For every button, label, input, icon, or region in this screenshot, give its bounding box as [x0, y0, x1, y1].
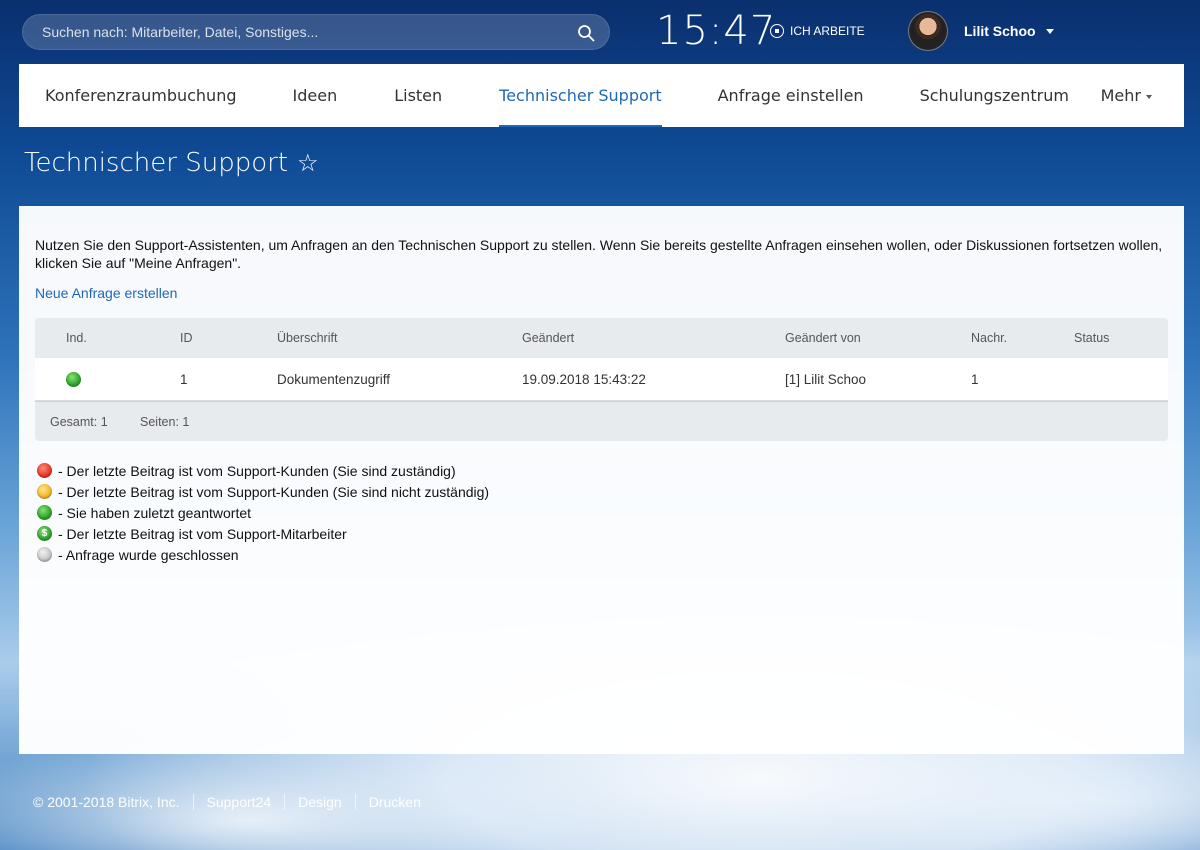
status-dollar-icon: $ [37, 526, 52, 541]
clock: 15:47 [656, 8, 777, 54]
chevron-down-icon [1146, 94, 1152, 99]
footer-link-drucken[interactable]: Drucken [369, 794, 421, 810]
stop-icon [770, 24, 784, 38]
tab-listen[interactable]: Listen [394, 64, 442, 127]
tab-konferenzraumbuchung[interactable]: Konferenzraumbuchung [45, 64, 237, 127]
legend-item: - Sie haben zuletzt geantwortet [37, 502, 489, 523]
top-bar: 15:47 ICH ARBEITE Lilit Schoo [0, 0, 1200, 64]
work-status-button[interactable]: ICH ARBEITE [770, 24, 865, 38]
indicator-cell [66, 358, 81, 400]
status-grey-icon [37, 547, 52, 562]
tab-label: Ideen [292, 86, 338, 105]
work-status-label: ICH ARBEITE [790, 24, 865, 38]
tab-anfrage-einstellen[interactable]: Anfrage einstellen [718, 64, 864, 127]
divider [354, 794, 356, 810]
tab-technischer-support[interactable]: Technischer Support [499, 64, 663, 127]
tab-label: Listen [394, 86, 443, 105]
col-header-status[interactable]: Status [1074, 318, 1109, 358]
legend-item: - Der letzte Beitrag ist vom Support-Kun… [37, 460, 489, 481]
chevron-down-icon[interactable] [1045, 28, 1054, 34]
col-header-id[interactable]: ID [180, 318, 193, 358]
status-red-icon [37, 463, 52, 478]
legend-text: - Anfrage wurde geschlossen [58, 546, 239, 563]
intro-text: Nutzen Sie den Support-Assistenten, um A… [35, 237, 1163, 271]
copyright: © 2001-2018 Bitrix, Inc. [33, 794, 180, 810]
user-name[interactable]: Lilit Schoo [964, 23, 1036, 39]
legend-text: - Der letzte Beitrag ist vom Support-Mit… [58, 525, 347, 542]
tab-ideen[interactable]: Ideen [293, 64, 338, 127]
col-header-messages[interactable]: Nachr. [971, 318, 1007, 358]
legend-item: $ - Der letzte Beitrag ist vom Support-M… [37, 523, 489, 544]
tab-label: Schulungszentrum [919, 86, 1069, 105]
col-header-modified-by[interactable]: Geändert von [785, 318, 861, 358]
main-nav: Konferenzraumbuchung Ideen Listen Techni… [19, 64, 1184, 127]
col-header-title[interactable]: Überschrift [277, 318, 337, 358]
search-icon[interactable] [577, 24, 595, 42]
col-header-ind[interactable]: Ind. [66, 318, 87, 358]
col-header-modified[interactable]: Geändert [522, 318, 574, 358]
tab-label: Konferenzraumbuchung [45, 86, 237, 105]
table-row[interactable]: 1 Dokumentenzugriff 19.09.2018 15:43:22 … [35, 358, 1168, 401]
modified-by-cell: [1] Lilit Schoo [785, 371, 867, 387]
modified-cell: 19.09.2018 15:43:22 [522, 371, 646, 387]
table-header: Ind. ID Überschrift Geändert Geändert vo… [35, 318, 1168, 358]
legend-item: - Der letzte Beitrag ist vom Support-Kun… [37, 481, 489, 502]
footer-total: Gesamt: 1 [50, 414, 108, 429]
requests-table: Ind. ID Überschrift Geändert Geändert vo… [35, 318, 1168, 441]
divider [284, 794, 286, 810]
avatar[interactable] [908, 11, 948, 51]
legend-text: - Der letzte Beitrag ist vom Support-Kun… [58, 462, 456, 479]
status-green-icon [37, 505, 52, 520]
status-yellow-icon [37, 484, 52, 499]
tab-label: Technischer Support [499, 86, 662, 105]
page-title-text: Technischer Support [24, 148, 288, 178]
page-title: Technischer Support ☆ [24, 148, 319, 178]
footer-pages: Seiten: 1 [140, 414, 190, 429]
user-menu[interactable]: Lilit Schoo [908, 11, 1054, 51]
tab-more[interactable]: Mehr [1101, 64, 1152, 127]
search-box[interactable] [22, 14, 610, 50]
messages-cell: 1 [971, 371, 979, 387]
footer-link-support24[interactable]: Support24 [207, 794, 272, 810]
legend-item: - Anfrage wurde geschlossen [37, 544, 489, 565]
legend-text: - Der letzte Beitrag ist vom Support-Kun… [58, 483, 490, 500]
footer-link-design[interactable]: Design [298, 794, 342, 810]
tab-schulungszentrum[interactable]: Schulungszentrum [920, 64, 1069, 127]
title-cell[interactable]: Dokumentenzugriff [277, 358, 390, 400]
table-footer: Gesamt: 1 Seiten: 1 [35, 401, 1168, 441]
main-panel: Nutzen Sie den Support-Assistenten, um A… [19, 206, 1184, 754]
divider [192, 794, 194, 810]
star-icon[interactable]: ☆ [297, 149, 319, 177]
legend-text: - Sie haben zuletzt geantwortet [58, 504, 252, 521]
status-green-icon [66, 371, 81, 387]
id-cell: 1 [180, 371, 188, 387]
page-footer: © 2001-2018 Bitrix, Inc. Support24 Desig… [33, 794, 421, 810]
legend: - Der letzte Beitrag ist vom Support-Kun… [37, 460, 489, 565]
search-input[interactable] [23, 15, 563, 49]
tab-label: Anfrage einstellen [717, 86, 864, 105]
tab-label: Mehr [1100, 86, 1141, 105]
new-request-link[interactable]: Neue Anfrage erstellen [35, 285, 177, 301]
